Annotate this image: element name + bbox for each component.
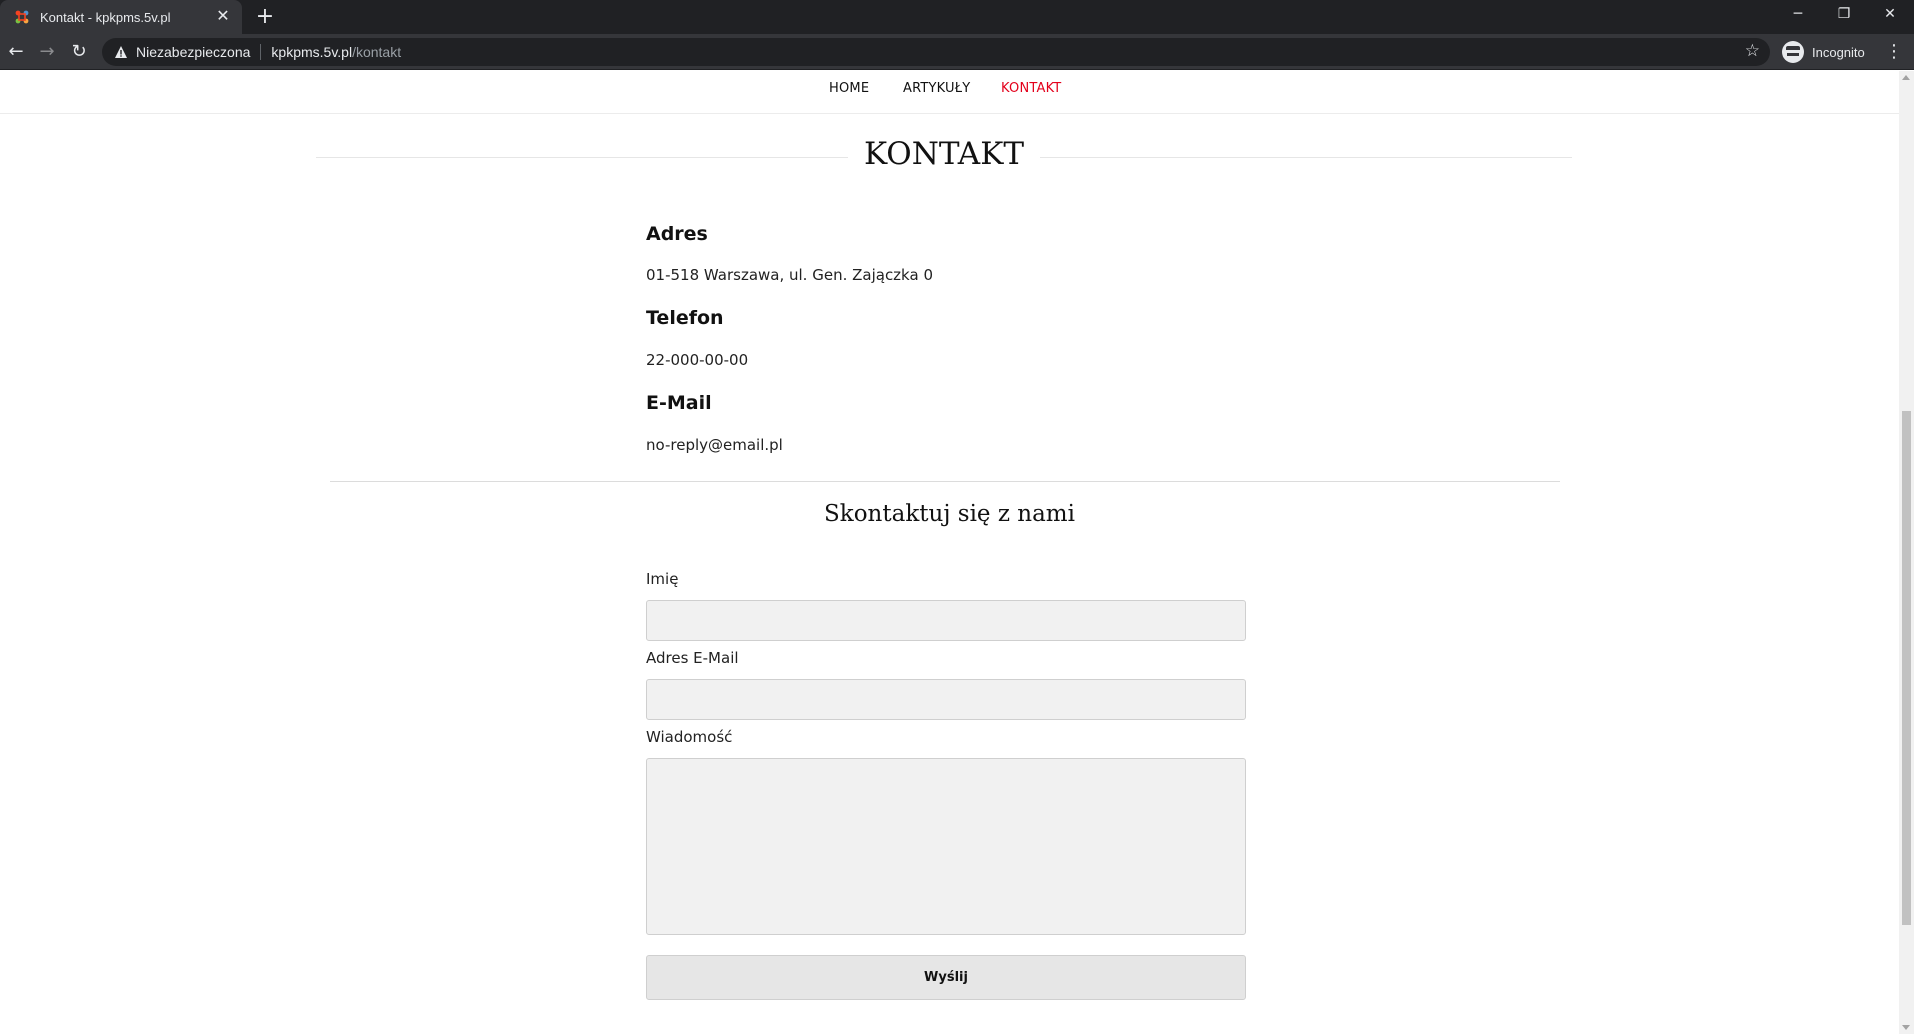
close-tab-icon[interactable]: ✕ (214, 8, 232, 26)
browser-tab[interactable]: Kontakt - kpkpms.5v.pl ✕ (0, 0, 242, 34)
page-viewport: HOME ARTYKUŁY KONTAKT KONTAKT Adres 01-5… (0, 71, 1914, 1034)
incognito-icon (1782, 41, 1804, 63)
browser-toolbar: ← → ↻ Niezabezpieczona kpkpms.5v.pl/kont… (0, 34, 1914, 70)
phone-heading: Telefon (646, 307, 724, 329)
email-label: Adres E-Mail (646, 649, 739, 667)
address-heading: Adres (646, 223, 708, 245)
nav-item-artykuly[interactable]: ARTYKUŁY (903, 81, 970, 96)
url-path: /kontakt (352, 44, 402, 60)
url-host: kpkpms.5v.pl (271, 44, 353, 60)
security-status-label[interactable]: Niezabezpieczona (136, 44, 250, 60)
address-bar[interactable]: Niezabezpieczona kpkpms.5v.pl/kontakt ☆ (102, 38, 1770, 66)
incognito-label: Incognito (1812, 44, 1865, 60)
message-label: Wiadomość (646, 728, 733, 746)
back-arrow-icon[interactable]: ← (3, 39, 29, 65)
reload-icon[interactable]: ↻ (66, 39, 92, 65)
new-tab-button[interactable]: + (252, 4, 278, 30)
name-label: Imię (646, 570, 679, 588)
warning-triangle-icon (114, 45, 128, 59)
scroll-up-arrow-icon[interactable] (1902, 75, 1910, 80)
joomla-favicon-icon (14, 9, 30, 25)
address-value: 01-518 Warszawa, ul. Gen. Zajączka 0 (646, 266, 933, 284)
nav-item-kontakt[interactable]: KONTAKT (1001, 81, 1061, 96)
section-divider (330, 481, 1560, 482)
forward-arrow-icon[interactable]: → (34, 39, 60, 65)
incognito-indicator[interactable]: Incognito (1782, 39, 1865, 65)
phone-value: 22-000-00-00 (646, 351, 749, 369)
close-window-button[interactable]: ✕ (1867, 0, 1913, 30)
send-button[interactable]: Wyślij (646, 955, 1246, 1000)
browser-menu-icon[interactable]: ⋮ (1884, 39, 1904, 65)
nav-item-home[interactable]: HOME (829, 81, 869, 96)
contact-form-title: Skontaktuj się z nami (824, 501, 1075, 527)
page-title-wrap: KONTAKT (316, 136, 1572, 172)
page-scrollbar[interactable] (1899, 71, 1914, 1034)
email-value: no-reply@email.pl (646, 436, 783, 454)
restore-window-button[interactable]: ❐ (1821, 0, 1867, 30)
bookmark-star-icon[interactable]: ☆ (1745, 41, 1760, 61)
page-title: KONTAKT (847, 136, 1041, 172)
scroll-down-arrow-icon[interactable] (1902, 1025, 1910, 1030)
site-navigation: HOME ARTYKUŁY KONTAKT (0, 71, 1899, 114)
email-heading: E-Mail (646, 392, 712, 414)
browser-tab-strip: Kontakt - kpkpms.5v.pl ✕ + ─ ❐ ✕ (0, 0, 1914, 34)
minimize-window-button[interactable]: ─ (1775, 0, 1821, 30)
name-input[interactable] (646, 600, 1246, 641)
scrollbar-thumb[interactable] (1902, 411, 1911, 925)
email-input[interactable] (646, 679, 1246, 720)
address-separator (260, 44, 262, 60)
tab-title: Kontakt - kpkpms.5v.pl (40, 9, 171, 25)
message-textarea[interactable] (646, 758, 1246, 935)
page-title-block: KONTAKT (316, 136, 1572, 176)
